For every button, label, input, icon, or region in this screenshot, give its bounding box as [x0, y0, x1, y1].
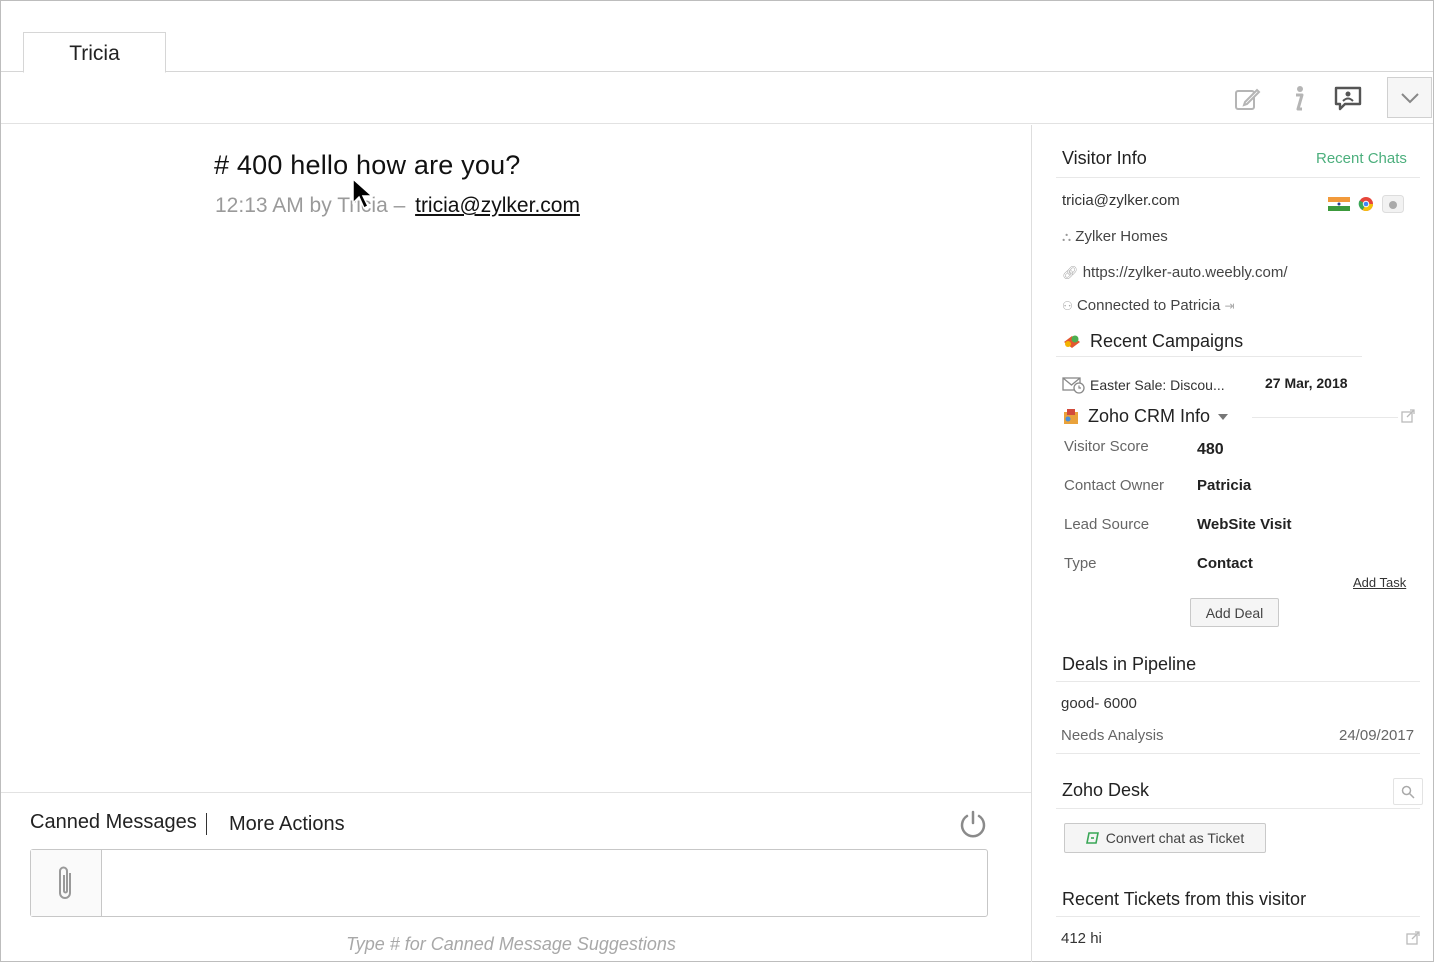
crm-value-type: Contact [1197, 555, 1253, 572]
message-meta: 12:13 AM by Tricia – tricia@zylker.com [215, 194, 580, 218]
desk-title: Zoho Desk [1062, 780, 1150, 800]
visitor-company-row: ⛬ Zylker Homes [1062, 228, 1168, 245]
tab-bar: Tricia [1, 1, 1433, 73]
recent-chats-link[interactable]: Recent Chats [1316, 150, 1407, 167]
divider [1056, 753, 1420, 754]
tab-tricia[interactable]: Tricia [23, 32, 166, 73]
message-input-box [30, 849, 988, 917]
visitor-url[interactable]: https://zylker-auto.weebly.com/ [1083, 264, 1288, 281]
crm-header: Zoho CRM Info [1062, 406, 1229, 427]
divider [1056, 356, 1362, 357]
crm-icon [1064, 408, 1078, 424]
ticket-icon [1085, 832, 1099, 844]
visitor-connected: Connected to Patricia [1076, 297, 1221, 314]
more-actions-tab[interactable]: More Actions [229, 813, 345, 836]
deal-stage: Needs Analysis [1061, 727, 1164, 744]
tab-separator [206, 813, 207, 835]
canned-hint: Type # for Canned Message Suggestions [346, 934, 676, 954]
visitor-url-row: 🔗︎ https://zylker-auto.weebly.com/ [1062, 264, 1288, 281]
crm-label-type: Type [1064, 555, 1097, 572]
visitor-info-title: Visitor Info [1062, 148, 1147, 168]
info-icon[interactable] [1283, 84, 1313, 114]
divider [1056, 177, 1420, 178]
campaign-icon [1064, 335, 1080, 348]
org-icon: ⛬ [1062, 229, 1072, 244]
chat-transcript: # 400 hello how are you? 12:13 AM by Tri… [1, 125, 1031, 791]
chat-bubble-icon[interactable] [1333, 84, 1363, 114]
canned-messages-tab[interactable]: Canned Messages [30, 811, 197, 834]
add-task-link[interactable]: Add Task [1353, 575, 1406, 590]
chrome-icon [1358, 197, 1373, 211]
crm-label-lead-source: Lead Source [1064, 516, 1150, 533]
visitor-email: tricia@zylker.com [1062, 192, 1180, 209]
convert-ticket-label: Convert chat as Ticket [1105, 830, 1245, 846]
crm-value-visitor-score: 480 [1197, 441, 1224, 458]
crm-value-lead-source: WebSite Visit [1197, 516, 1292, 533]
tickets-title: Recent Tickets from this visitor [1062, 889, 1307, 909]
campaign-row: Easter Sale: Discou... [1062, 376, 1225, 394]
recent-campaigns-header: Recent Campaigns [1062, 331, 1243, 352]
crm-label-contact-owner: Contact Owner [1064, 477, 1165, 494]
message-meta-prefix: 12:13 AM by Tricia – [215, 194, 412, 217]
chevron-down-icon[interactable] [1387, 77, 1432, 118]
convert-ticket-button[interactable]: Convert chat as Ticket [1064, 823, 1266, 853]
crm-label-visitor-score: Visitor Score [1064, 438, 1149, 455]
deals-title: Deals in Pipeline [1062, 654, 1197, 674]
divider [1252, 417, 1398, 418]
crm-value-contact-owner: Patricia [1197, 477, 1252, 494]
message-input[interactable] [103, 850, 987, 916]
chat-toolbar [1, 72, 1433, 124]
ticket-item[interactable]: 412 hi [1061, 930, 1102, 947]
email-clock-icon [1062, 377, 1085, 394]
external-link-icon[interactable] [1401, 409, 1415, 428]
operator-icon: ⚇ [1062, 299, 1073, 313]
caret-down-icon[interactable] [1218, 413, 1229, 420]
visitor-badges [1328, 195, 1404, 213]
divider [1056, 681, 1420, 682]
power-icon[interactable] [958, 809, 988, 844]
india-flag-icon [1328, 197, 1350, 211]
campaign-name[interactable]: Easter Sale: Discou... [1090, 377, 1225, 393]
mouse-cursor-icon [352, 177, 374, 210]
edit-icon[interactable] [1232, 84, 1262, 114]
recent-campaigns-title: Recent Campaigns [1090, 331, 1244, 351]
visitor-connected-row: ⚇ Connected to Patricia ⇥ [1062, 297, 1235, 314]
visitor-company: Zylker Homes [1075, 228, 1168, 245]
visitor-panel: Visitor Info Recent Chats tricia@zylker.… [1032, 125, 1433, 961]
paperclip-icon[interactable] [31, 850, 102, 916]
divider [1056, 916, 1420, 917]
divider [1056, 808, 1420, 809]
crm-title: Zoho CRM Info [1088, 406, 1211, 426]
message-email-link[interactable]: tricia@zylker.com [415, 194, 580, 217]
campaign-date: 27 Mar, 2018 [1265, 375, 1348, 391]
composer: Canned Messages More Actions Type # for … [1, 792, 1031, 962]
join-icon: ⇥ [1224, 299, 1235, 313]
add-deal-button[interactable]: Add Deal [1190, 598, 1279, 627]
search-icon[interactable] [1393, 778, 1423, 805]
deal-date: 24/09/2017 [1339, 727, 1415, 744]
apple-icon [1382, 195, 1404, 213]
deal-name[interactable]: good- 6000 [1061, 695, 1137, 712]
link-icon: 🔗︎ [1062, 265, 1079, 280]
external-link-icon[interactable] [1406, 931, 1420, 950]
